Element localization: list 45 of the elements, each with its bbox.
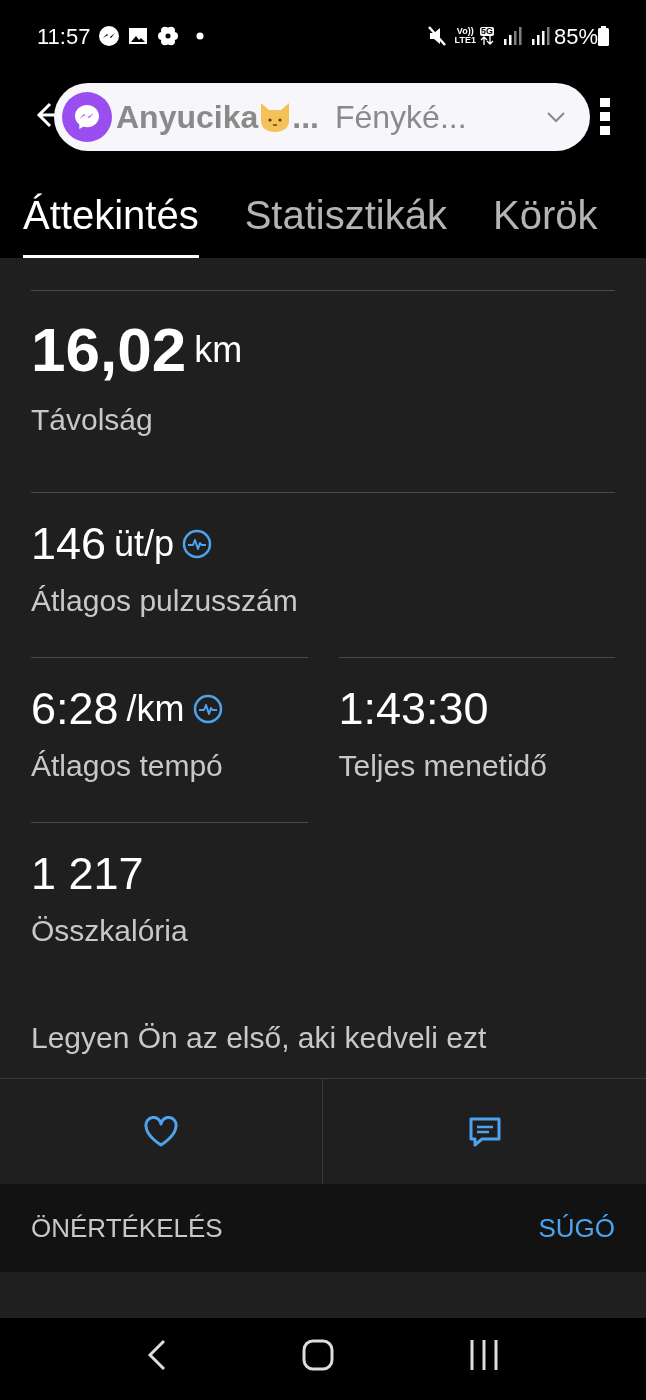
- more-options-icon[interactable]: [600, 98, 610, 136]
- flower-icon: [156, 24, 181, 48]
- heart-icon: [143, 1115, 179, 1148]
- stat-label: Átlagos tempó: [31, 748, 224, 784]
- chat-bubble-icon: [98, 25, 121, 47]
- stat-value: 1:43:30: [338, 686, 489, 731]
- message-preview: Fényké...: [334, 98, 467, 137]
- status-time: 11:57: [37, 22, 91, 51]
- like-prompt: Legyen Ön az első, aki kedveli ezt: [30, 1020, 488, 1056]
- stat-label: Teljes menetidő: [338, 748, 548, 784]
- stat-unit: km: [194, 328, 243, 372]
- comment-icon: [467, 1115, 502, 1148]
- stat-value: 6:28: [31, 686, 119, 731]
- mute-icon: [426, 25, 447, 47]
- dot-icon: [196, 32, 205, 40]
- recent-apps-icon[interactable]: [468, 1340, 499, 1370]
- lte-label: LTE1: [454, 36, 476, 45]
- data-arrows-icon: [479, 36, 494, 45]
- heart-rate-icon: [192, 693, 223, 724]
- help-link[interactable]: SÚGÓ: [538, 1208, 615, 1248]
- battery-percent: 85%: [553, 22, 598, 51]
- section-title: ÖNÉRTÉKELÉS: [31, 1211, 223, 1245]
- signal-icon: [529, 26, 550, 46]
- messenger-icon: [62, 92, 112, 142]
- contact-name: Anyucika: [116, 98, 259, 137]
- image-icon: [128, 26, 149, 46]
- home-icon[interactable]: [302, 1339, 334, 1371]
- stat-label: Távolság: [31, 402, 154, 438]
- ellipsis-text: ...: [292, 98, 319, 137]
- back-icon[interactable]: [147, 1339, 168, 1371]
- stat-label: Összkalória: [31, 913, 189, 949]
- volte-label: Vo)): [456, 27, 474, 36]
- signal-icon: [501, 26, 522, 46]
- heart-rate-icon: [182, 528, 213, 559]
- stat-unit: üt/p: [114, 525, 175, 562]
- network-label: 5G: [479, 27, 494, 36]
- stat-value: 16,02: [31, 319, 187, 381]
- tab[interactable]: Körök: [492, 195, 598, 258]
- chevron-down-icon[interactable]: [546, 111, 566, 123]
- stat-value: 146: [31, 521, 107, 566]
- stat-value: 1 217: [31, 851, 144, 896]
- battery-icon: [598, 26, 609, 46]
- stat-unit: /km: [126, 690, 185, 727]
- stat-label: Átlagos pulzusszám: [31, 583, 299, 619]
- tab[interactable]: Statisztikák: [244, 195, 447, 258]
